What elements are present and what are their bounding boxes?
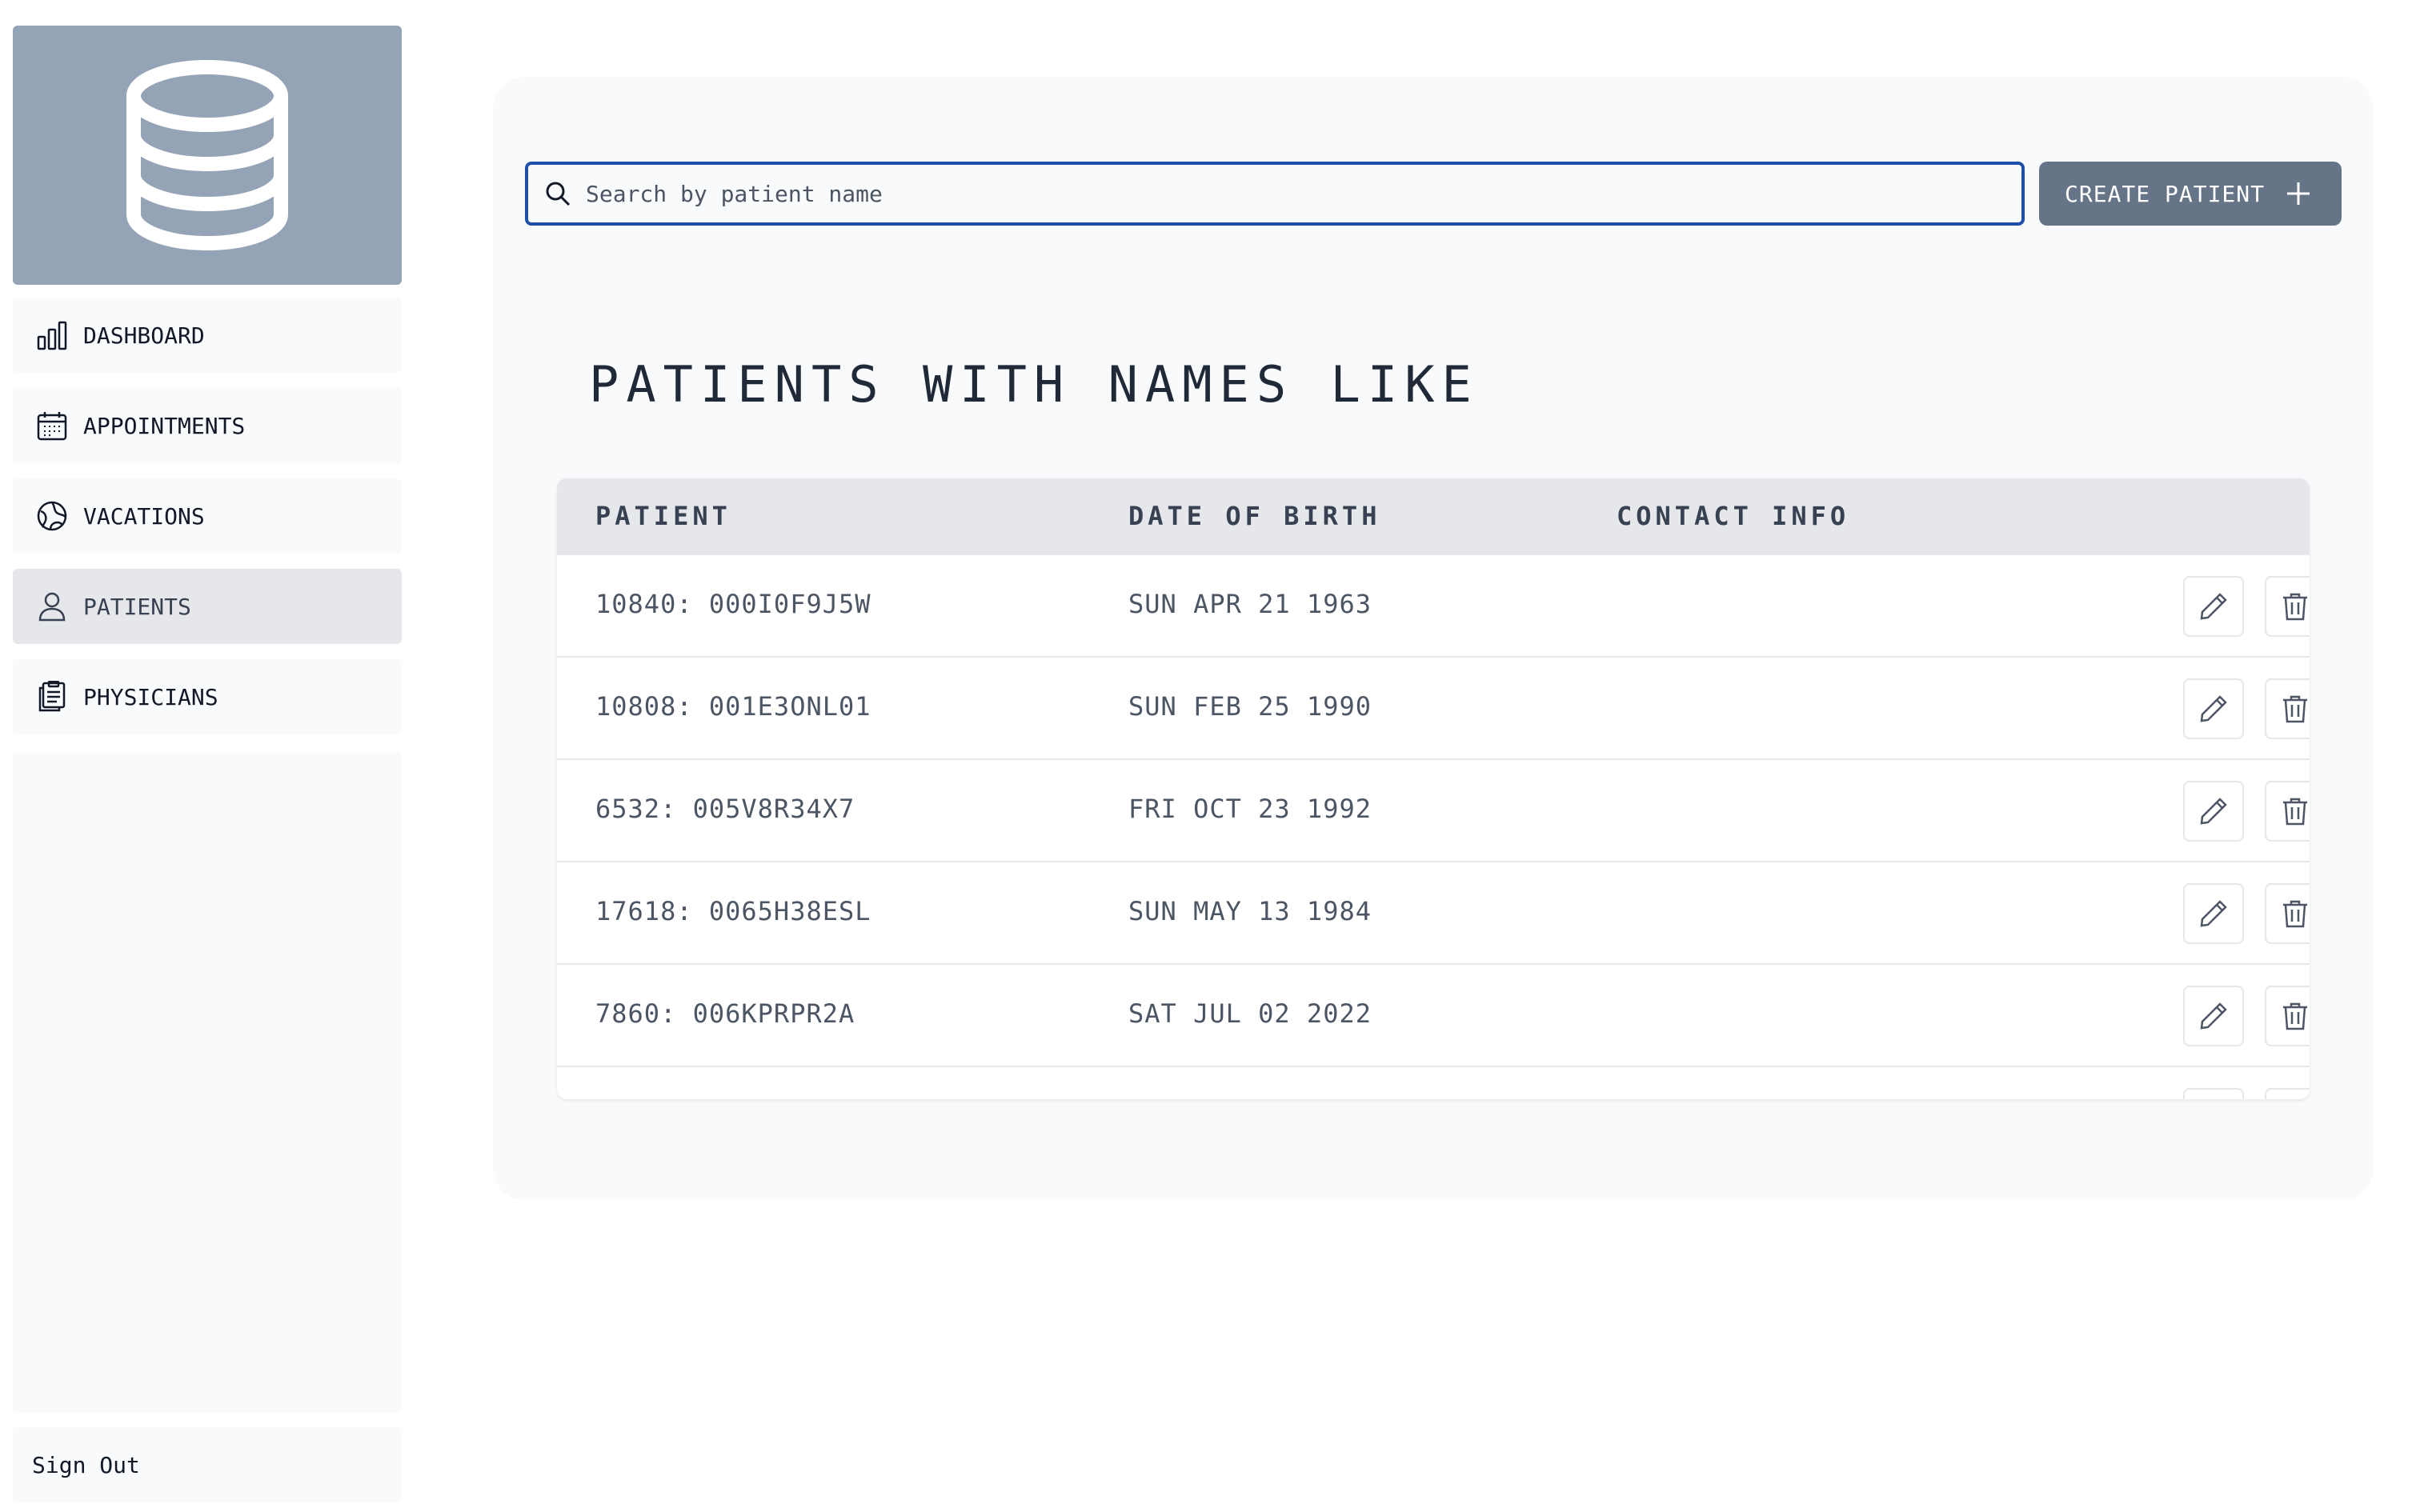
dob-cell: SUN FEB 25 1990 (1128, 691, 1372, 722)
user-icon (35, 590, 69, 623)
create-patient-button[interactable]: CREATE PATIENT (2039, 162, 2342, 226)
globe-icon (35, 499, 69, 533)
sidebar-item-label: PHYSICIANS (83, 683, 218, 710)
table-row[interactable] (557, 1067, 2310, 1099)
search-bar[interactable] (525, 162, 2025, 226)
bar-chart-icon (35, 318, 69, 352)
database-icon (126, 60, 288, 251)
sidebar-item-label: DASHBOARD (83, 322, 205, 349)
app-root: DASHBOARD APPOINTMENTS VACATIONS PATIENT… (0, 0, 2420, 1512)
trash-icon (2283, 695, 2307, 723)
delete-button[interactable] (2265, 678, 2310, 739)
dob-cell: SAT JUL 02 2022 (1128, 998, 1372, 1029)
pencil-icon (2200, 695, 2227, 722)
column-header-date-of-birth[interactable]: DATE OF BIRTH (1128, 501, 1380, 531)
delete-button[interactable] (2265, 781, 2310, 842)
column-header-patient[interactable]: PATIENT (595, 501, 731, 531)
sidebar-item-dashboard[interactable]: DASHBOARD (13, 298, 402, 373)
trash-icon (2283, 798, 2307, 826)
pencil-icon (2200, 593, 2227, 620)
dob-cell: FRI OCT 23 1992 (1128, 794, 1372, 824)
calendar-icon (35, 409, 69, 442)
trash-icon (2283, 593, 2307, 621)
table-row[interactable]: 10840: 000I0F9J5W SUN APR 21 1963 (557, 555, 2310, 658)
patient-cell: 6532: 005V8R34X7 (595, 794, 855, 824)
patient-cell: 10840: 000I0F9J5W (595, 589, 871, 619)
trash-icon (2283, 1002, 2307, 1030)
edit-button[interactable] (2183, 576, 2244, 637)
pencil-icon (2200, 798, 2227, 825)
dob-cell: SUN APR 21 1963 (1128, 589, 1372, 619)
patient-cell: 7860: 006KPRPR2A (595, 998, 855, 1029)
delete-button[interactable] (2265, 576, 2310, 637)
sidebar-item-vacations[interactable]: VACATIONS (13, 478, 402, 554)
table-row[interactable]: 17618: 0065H38ESL SUN MAY 13 1984 (557, 862, 2310, 965)
table-header: PATIENT DATE OF BIRTH CONTACT INFO (557, 478, 2310, 555)
patient-cell: 10808: 001E3ONL01 (595, 691, 871, 722)
plus-icon (2282, 178, 2314, 215)
table-row[interactable]: 10808: 001E3ONL01 SUN FEB 25 1990 (557, 658, 2310, 760)
patients-table: PATIENT DATE OF BIRTH CONTACT INFO 10840… (557, 478, 2310, 1099)
edit-button[interactable] (2183, 1088, 2244, 1099)
sidebar-item-label: PATIENTS (83, 593, 191, 620)
delete-button[interactable] (2265, 883, 2310, 944)
edit-button[interactable] (2183, 678, 2244, 739)
table-row[interactable]: 6532: 005V8R34X7 FRI OCT 23 1992 (557, 760, 2310, 862)
sidebar-spacer (13, 752, 402, 1413)
pencil-icon (2200, 1002, 2227, 1030)
pencil-icon (2200, 900, 2227, 927)
page-title: PATIENTS WITH NAMES LIKE (589, 355, 1479, 414)
main-panel: CREATE PATIENT PATIENTS WITH NAMES LIKE … (493, 77, 2374, 1200)
sidebar-item-label: APPOINTMENTS (83, 412, 246, 439)
sign-out-button[interactable]: Sign Out (13, 1427, 402, 1502)
sign-out-label: Sign Out (32, 1451, 140, 1478)
sidebar-item-physicians[interactable]: PHYSICIANS (13, 659, 402, 734)
app-logo[interactable] (13, 26, 402, 285)
delete-button[interactable] (2265, 986, 2310, 1046)
delete-button[interactable] (2265, 1088, 2310, 1099)
dob-cell: SUN MAY 13 1984 (1128, 896, 1372, 926)
patient-cell: 17618: 0065H38ESL (595, 896, 871, 926)
edit-button[interactable] (2183, 781, 2244, 842)
sidebar-item-appointments[interactable]: APPOINTMENTS (13, 388, 402, 463)
clipboard-icon (35, 680, 69, 714)
search-input[interactable] (586, 180, 2010, 207)
edit-button[interactable] (2183, 883, 2244, 944)
table-row[interactable]: 7860: 006KPRPR2A SAT JUL 02 2022 (557, 965, 2310, 1067)
trash-icon (2283, 900, 2307, 928)
sidebar-item-patients[interactable]: PATIENTS (13, 569, 402, 644)
search-icon (544, 180, 571, 207)
create-patient-label: CREATE PATIENT (2065, 180, 2266, 207)
edit-button[interactable] (2183, 986, 2244, 1046)
column-header-contact-info[interactable]: CONTACT INFO (1617, 501, 1849, 531)
sidebar-item-label: VACATIONS (83, 502, 205, 530)
